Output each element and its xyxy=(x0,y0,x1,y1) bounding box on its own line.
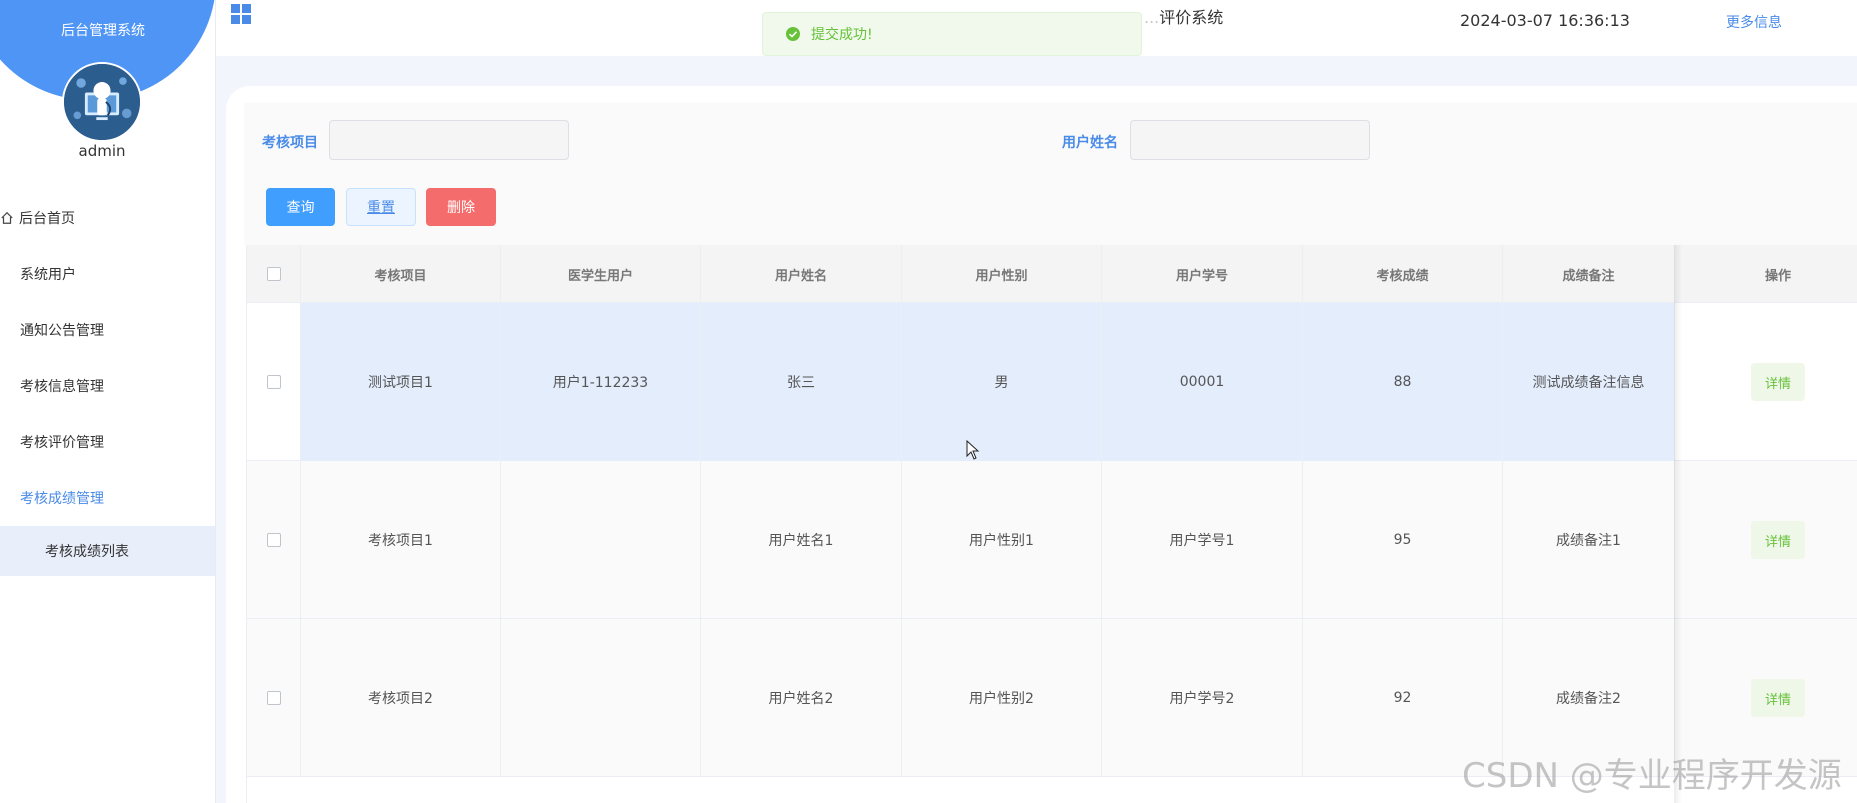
cell-actions: 详情 xyxy=(1675,303,1857,461)
cell-gender: 用户性别1 xyxy=(902,461,1102,619)
avatar[interactable] xyxy=(62,62,142,142)
row-checkbox[interactable] xyxy=(266,375,281,389)
success-toast: 提交成功! xyxy=(762,12,1142,56)
sidebar-item-label: 考核信息管理 xyxy=(20,379,104,395)
page-title-obscured: ... xyxy=(1144,8,1160,27)
sidebar-item-exam-evaluation[interactable]: 考核评价管理 xyxy=(0,414,215,470)
cell-remark: 测试成绩备注信息 xyxy=(1503,303,1675,461)
cell-name: 用户姓名1 xyxy=(701,461,902,619)
column-header-actions: 操作 xyxy=(1764,268,1791,284)
column-header-student-no[interactable]: 用户学号 xyxy=(1102,245,1303,303)
detail-button[interactable]: 详情 xyxy=(1751,363,1805,401)
fixed-column-shadow xyxy=(1674,245,1682,803)
column-header-gender[interactable]: 用户性别 xyxy=(902,245,1102,303)
page-title: ...评价系统 xyxy=(1144,4,1223,28)
user-name: admin xyxy=(78,142,126,160)
sidebar-subitem-label: 考核成绩列表 xyxy=(45,544,129,560)
cell-gender: 用户性别2 xyxy=(902,619,1102,777)
column-header-name[interactable]: 用户姓名 xyxy=(701,245,902,303)
sidebar-item-label: 考核成绩管理 xyxy=(20,491,104,507)
username-search-input[interactable] xyxy=(1130,120,1370,160)
table-row[interactable]: 考核项目1 用户姓名1 用户性别1 用户学号1 95 成绩备注1 详情 xyxy=(247,461,1857,619)
sidebar-subitem-score-list[interactable]: 考核成绩列表 xyxy=(0,526,215,576)
header-datetime: 2024-03-07 16:36:13 xyxy=(1460,11,1630,30)
detail-button[interactable]: 详情 xyxy=(1751,679,1805,717)
success-check-icon xyxy=(786,27,800,41)
watermark: CSDN @专业程序开发源 xyxy=(1462,756,1842,796)
table-header: 考核项目 医学生用户 用户姓名 用户性别 用户学号 考核成绩 成绩备注 操作 xyxy=(247,245,1857,303)
cell-student-no: 用户学号2 xyxy=(1102,619,1303,777)
sidebar-item-label: 通知公告管理 xyxy=(20,323,104,339)
cell-student-no: 00001 xyxy=(1102,303,1303,461)
sidebar-item-label: 后台首页 xyxy=(19,211,75,227)
home-icon xyxy=(1,211,13,224)
cell-gender: 男 xyxy=(902,303,1102,461)
system-title: 后台管理系统 xyxy=(61,23,145,39)
column-header-student-user[interactable]: 医学生用户 xyxy=(501,245,701,303)
cell-score: 95 xyxy=(1303,461,1503,619)
delete-button[interactable]: 删除 xyxy=(426,188,496,226)
sidebar-item-home[interactable]: 后台首页 xyxy=(0,190,215,246)
avatar-image-icon xyxy=(64,64,140,140)
cell-student-user: 用户1-112233 xyxy=(501,303,701,461)
score-table: 考核项目 医学生用户 用户姓名 用户性别 用户学号 考核成绩 成绩备注 操作 测… xyxy=(246,245,1857,803)
cell-name: 张三 xyxy=(701,303,902,461)
row-checkbox[interactable] xyxy=(266,691,281,705)
cell-remark: 成绩备注1 xyxy=(1503,461,1675,619)
column-header-project[interactable]: 考核项目 xyxy=(301,245,501,303)
table-row[interactable]: 测试项目1 用户1-112233 张三 男 00001 88 测试成绩备注信息 … xyxy=(247,303,1857,461)
toast-message: 提交成功! xyxy=(811,27,873,43)
cell-student-user xyxy=(501,461,701,619)
sidebar-item-exam-info[interactable]: 考核信息管理 xyxy=(0,358,215,414)
grid-menu-icon[interactable] xyxy=(230,3,252,25)
project-search-input[interactable] xyxy=(329,120,569,160)
sidebar-item-label: 考核评价管理 xyxy=(20,435,104,451)
sidebar: 后台管理系统 admin 后台首页 系统用户 通知公告管理 考核信息管理 考核评… xyxy=(0,0,216,803)
reset-button[interactable]: 重置 xyxy=(346,188,416,226)
sidebar-menu: 后台首页 系统用户 通知公告管理 考核信息管理 考核评价管理 考核成绩管理 考核… xyxy=(0,190,215,576)
cell-student-no: 用户学号1 xyxy=(1102,461,1303,619)
more-info-link[interactable]: 更多信息 xyxy=(1726,12,1782,32)
sidebar-item-system-users[interactable]: 系统用户 xyxy=(0,246,215,302)
row-select-cell xyxy=(247,461,301,619)
cell-project: 考核项目1 xyxy=(301,461,501,619)
cell-project: 考核项目2 xyxy=(301,619,501,777)
sidebar-item-notice[interactable]: 通知公告管理 xyxy=(0,302,215,358)
sidebar-item-score-management[interactable]: 考核成绩管理 xyxy=(0,470,215,526)
cell-project: 测试项目1 xyxy=(301,303,501,461)
select-all-checkbox[interactable] xyxy=(266,267,281,281)
cell-score: 88 xyxy=(1303,303,1503,461)
detail-button[interactable]: 详情 xyxy=(1751,521,1805,559)
column-header-score[interactable]: 考核成绩 xyxy=(1303,245,1503,303)
cell-name: 用户姓名2 xyxy=(701,619,902,777)
row-select-cell xyxy=(247,619,301,777)
column-header-remark[interactable]: 成绩备注 xyxy=(1503,245,1675,303)
search-label-project: 考核项目 xyxy=(262,135,318,151)
cell-student-user xyxy=(501,619,701,777)
query-button[interactable]: 查询 xyxy=(266,188,335,226)
row-checkbox[interactable] xyxy=(266,533,281,547)
sidebar-item-label: 系统用户 xyxy=(20,267,76,283)
row-select-cell xyxy=(247,303,301,461)
mouse-cursor-icon xyxy=(966,440,980,460)
cell-actions: 详情 xyxy=(1675,461,1857,619)
page-title-text: 评价系统 xyxy=(1159,8,1224,27)
search-label-username: 用户姓名 xyxy=(1062,135,1118,151)
select-all-cell xyxy=(247,245,301,303)
